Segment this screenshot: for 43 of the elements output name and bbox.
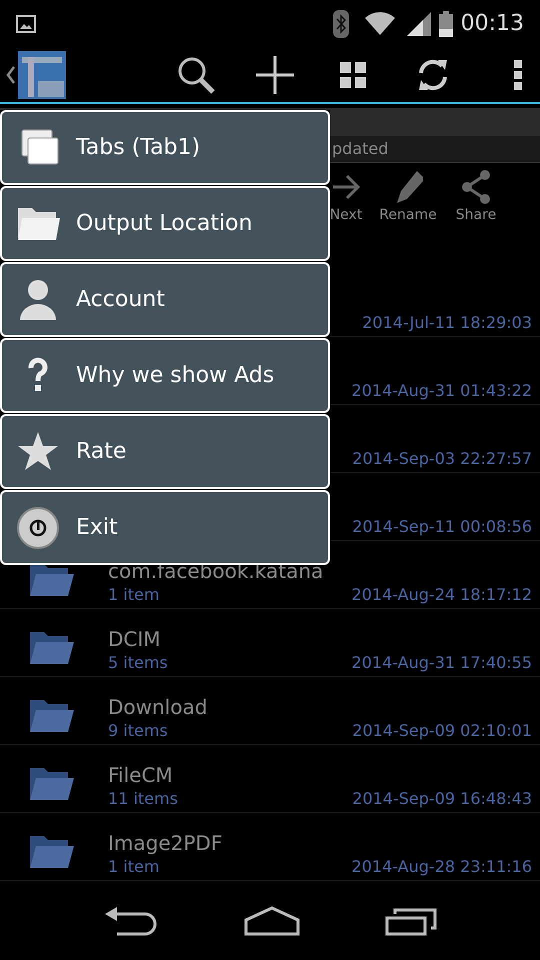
add-icon[interactable]: [256, 56, 294, 94]
recent-apps-icon[interactable]: [385, 906, 438, 936]
signal-icon: [406, 12, 431, 36]
toolbar-label[interactable]: Next: [330, 207, 362, 224]
modified-date: 2014-Jul-11 18:29:03: [362, 312, 532, 334]
home-nav-icon[interactable]: [244, 906, 300, 936]
modified-date: 2014-Aug-28 23:11:16: [352, 856, 532, 878]
modified-date: 2014-Aug-31 17:40:55: [352, 652, 532, 674]
menu-item[interactable]: Output Location: [0, 186, 330, 261]
modified-date: 2014-Sep-09 02:10:01: [352, 720, 532, 742]
share-icon[interactable]: [461, 169, 491, 206]
modified-date: 2014-Sep-11 00:08:56: [352, 516, 532, 538]
folder-name[interactable]: Image2PDF: [108, 831, 540, 856]
folder-name[interactable]: FileCM: [108, 763, 540, 788]
folder-name[interactable]: Download: [108, 695, 540, 720]
menu-item[interactable]: Why we show Ads: [0, 338, 330, 413]
wifi-icon: [364, 12, 395, 36]
menu-item[interactable]: Tabs (Tab1): [0, 110, 330, 185]
item-count: 1 item: [108, 584, 160, 606]
toolbar-label[interactable]: Share: [456, 207, 496, 224]
modified-date: 2014-Aug-31 01:43:22: [352, 380, 532, 402]
search-icon[interactable]: [176, 54, 216, 95]
modified-date: 2014-Sep-03 22:27:57: [352, 448, 532, 470]
menu-item[interactable]: Rate: [0, 414, 330, 489]
battery-icon: [438, 10, 453, 37]
grid-icon[interactable]: [340, 62, 366, 88]
overflow-menu-icon[interactable]: [514, 60, 522, 90]
toolbar-label[interactable]: Rename: [379, 207, 437, 224]
modified-date: 2014-Sep-09 16:48:43: [352, 788, 532, 810]
status-time: 00:13: [460, 10, 524, 38]
item-count: 9 items: [108, 720, 168, 742]
folder-name[interactable]: DCIM: [108, 627, 540, 652]
menu-item[interactable]: Exit: [0, 490, 330, 565]
bluetooth-icon: [332, 10, 349, 38]
item-count: 1 item: [108, 856, 160, 878]
app-logo[interactable]: [6, 50, 66, 99]
image-notification-icon: [16, 14, 36, 33]
modified-date: 2014-Aug-24 18:17:12: [352, 584, 532, 606]
item-count: 11 items: [108, 788, 178, 810]
menu-item[interactable]: Account: [0, 262, 330, 337]
status-text: pdated: [332, 138, 388, 160]
back-nav-icon[interactable]: [102, 906, 159, 936]
item-count: 5 items: [108, 652, 168, 674]
